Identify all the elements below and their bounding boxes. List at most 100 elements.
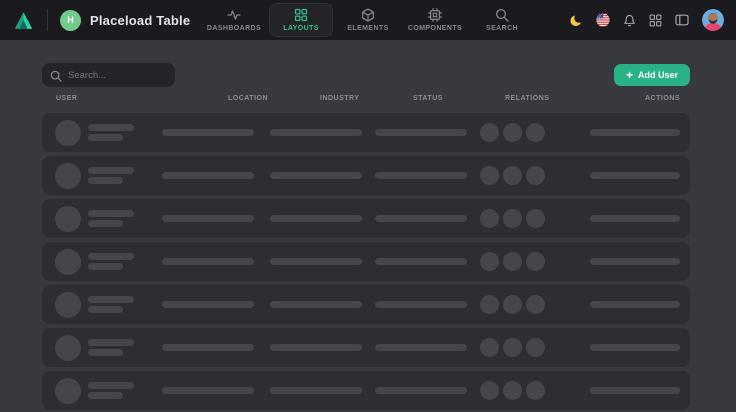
subtitle-placeholder: [88, 177, 123, 184]
industry-placeholder: [270, 301, 362, 308]
table-row-skeleton: [42, 156, 690, 195]
actions-placeholder: [590, 387, 680, 394]
main-content: + Add User USER LOCATION INDUSTRY STATUS…: [0, 63, 736, 410]
column-header-actions: ACTIONS: [645, 95, 680, 102]
name-placeholder: [88, 339, 134, 346]
location-placeholder: [162, 301, 254, 308]
notifications-bell-icon[interactable]: [623, 14, 636, 27]
relation-avatar-placeholder: [526, 338, 545, 357]
actions-placeholder: [590, 344, 680, 351]
nav-item-components[interactable]: COMPONENTS: [403, 3, 467, 37]
subtitle-placeholder: [88, 134, 123, 141]
table-column-headers: USER LOCATION INDUSTRY STATUS RELATIONS …: [0, 95, 736, 106]
table-row-skeleton: [42, 371, 690, 410]
table-row-skeleton: [42, 113, 690, 152]
industry-placeholder: [270, 258, 362, 265]
name-placeholder: [88, 210, 134, 217]
column-header-location: LOCATION: [228, 95, 268, 102]
subtitle-placeholder: [88, 220, 123, 227]
search-box: [42, 63, 175, 87]
avatar-placeholder: [55, 206, 81, 232]
relation-avatar-placeholder: [503, 381, 522, 400]
top-header: H Placeload Table DASHBOARDS LAYOUTS: [0, 0, 736, 40]
page-letter-badge: H: [60, 10, 81, 31]
nav-item-elements[interactable]: ELEMENTS: [336, 3, 400, 37]
relation-avatar-placeholder: [526, 252, 545, 271]
relation-avatar-placeholder: [503, 295, 522, 314]
industry-placeholder: [270, 387, 362, 394]
status-placeholder: [375, 387, 467, 394]
relation-avatar-placeholder: [480, 209, 499, 228]
location-placeholder: [162, 258, 254, 265]
relation-avatar-placeholder: [480, 338, 499, 357]
relation-avatar-placeholder: [526, 123, 545, 142]
status-placeholder: [375, 172, 467, 179]
plus-icon: +: [626, 69, 633, 81]
status-placeholder: [375, 301, 467, 308]
avatar-placeholder: [55, 378, 81, 404]
actions-placeholder: [590, 301, 680, 308]
table-row-skeleton: [42, 199, 690, 238]
main-nav: DASHBOARDS LAYOUTS ELEMENTS: [202, 0, 534, 40]
search-icon: [50, 69, 62, 87]
actions-placeholder: [590, 172, 680, 179]
actions-placeholder: [590, 215, 680, 222]
relation-avatar-placeholder: [480, 166, 499, 185]
toolbar: + Add User: [42, 63, 690, 87]
dark-mode-toggle-moon-icon[interactable]: [570, 14, 583, 27]
name-placeholder: [88, 253, 134, 260]
page-title: Placeload Table: [90, 13, 190, 28]
status-placeholder: [375, 129, 467, 136]
relation-avatar-placeholder: [503, 338, 522, 357]
industry-placeholder: [270, 344, 362, 351]
relation-avatar-placeholder: [526, 166, 545, 185]
column-header-industry: INDUSTRY: [320, 95, 360, 102]
relation-avatar-placeholder: [480, 295, 499, 314]
actions-placeholder: [590, 258, 680, 265]
avatar-placeholder: [55, 163, 81, 189]
table-row-skeleton: [42, 328, 690, 367]
subtitle-placeholder: [88, 392, 123, 399]
status-placeholder: [375, 344, 467, 351]
industry-placeholder: [270, 129, 362, 136]
column-header-user: USER: [56, 95, 77, 102]
table-row-skeleton: [42, 242, 690, 281]
user-avatar[interactable]: [702, 9, 724, 31]
relation-avatar-placeholder: [503, 209, 522, 228]
triangle-logo-icon: [13, 9, 34, 32]
status-placeholder: [375, 215, 467, 222]
location-placeholder: [162, 215, 254, 222]
subtitle-placeholder: [88, 349, 123, 356]
topbar-actions: [570, 9, 736, 31]
relation-avatar-placeholder: [526, 295, 545, 314]
avatar-placeholder: [55, 335, 81, 361]
language-us-flag-icon[interactable]: [596, 13, 610, 27]
app-logo-icon[interactable]: [13, 9, 34, 32]
nav-label: COMPONENTS: [408, 25, 462, 32]
nav-item-layouts[interactable]: LAYOUTS: [269, 3, 333, 37]
sidebar-panel-icon[interactable]: [675, 13, 689, 27]
nav-label: SEARCH: [486, 25, 518, 32]
relation-avatar-placeholder: [480, 123, 499, 142]
apps-grid-icon[interactable]: [649, 14, 662, 27]
nav-item-search[interactable]: SEARCH: [470, 3, 534, 37]
name-placeholder: [88, 382, 134, 389]
table-row-skeleton: [42, 285, 690, 324]
nav-item-dashboards[interactable]: DASHBOARDS: [202, 3, 266, 37]
column-header-relations: RELATIONS: [505, 95, 549, 102]
add-user-button[interactable]: + Add User: [614, 64, 690, 86]
industry-placeholder: [270, 215, 362, 222]
location-placeholder: [162, 172, 254, 179]
relation-avatar-placeholder: [526, 209, 545, 228]
box-icon: [361, 8, 375, 22]
avatar-placeholder: [55, 249, 81, 275]
relation-avatar-placeholder: [503, 166, 522, 185]
avatar-placeholder: [55, 120, 81, 146]
industry-placeholder: [270, 172, 362, 179]
name-placeholder: [88, 167, 134, 174]
avatar-placeholder: [55, 292, 81, 318]
location-placeholder: [162, 129, 254, 136]
name-placeholder: [88, 124, 134, 131]
name-placeholder: [88, 296, 134, 303]
subtitle-placeholder: [88, 306, 123, 313]
